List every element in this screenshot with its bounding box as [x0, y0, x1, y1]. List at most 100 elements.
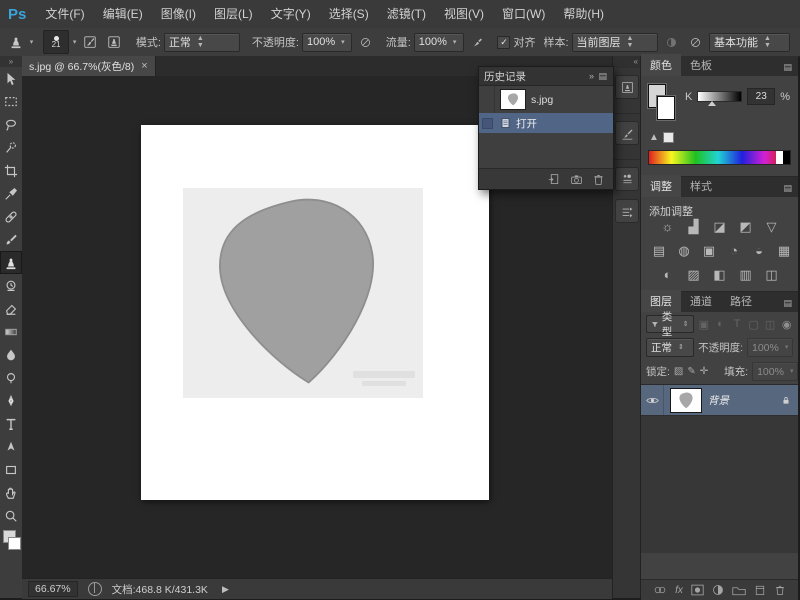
- brush-picker-arrow-icon[interactable]: ▾: [73, 38, 77, 46]
- exposure-icon[interactable]: ◩: [737, 219, 754, 234]
- link-layers-icon[interactable]: [653, 584, 667, 596]
- brightness-contrast-icon[interactable]: ☼: [659, 219, 676, 234]
- filter-adjustment-layers-icon[interactable]: ◐: [714, 318, 727, 330]
- color-balance-icon[interactable]: ◍: [676, 243, 692, 258]
- tool-eraser[interactable]: [0, 297, 22, 320]
- history-state-open[interactable]: 打开: [479, 113, 613, 133]
- background-color-swatch[interactable]: [657, 96, 675, 120]
- tool-history-brush[interactable]: [0, 274, 22, 297]
- menu-view[interactable]: 视图(V): [435, 0, 493, 28]
- document-canvas[interactable]: [141, 125, 489, 500]
- tool-blur[interactable]: [0, 343, 22, 366]
- ramp-white-swatch[interactable]: [776, 151, 783, 164]
- vibrance-icon[interactable]: ▽: [763, 219, 780, 234]
- filter-pixel-layers-icon[interactable]: ▣: [698, 318, 711, 331]
- history-brush-source-column[interactable]: [482, 86, 495, 113]
- tab-channels[interactable]: 通道: [681, 290, 721, 312]
- menu-layer[interactable]: 图层(L): [205, 0, 262, 28]
- tool-gradient[interactable]: [0, 320, 22, 343]
- brush-pressure-icon[interactable]: [685, 32, 705, 52]
- clone-stamp-tool-icon[interactable]: [6, 32, 26, 52]
- tools-collapse-icon[interactable]: »: [0, 56, 22, 67]
- tool-crop[interactable]: [0, 159, 22, 182]
- gradient-map-icon[interactable]: ▥: [737, 267, 754, 282]
- history-panel-header[interactable]: 历史记录 » ▤: [479, 67, 613, 86]
- dock-expand-icon[interactable]: «: [613, 56, 641, 68]
- k-value-field[interactable]: 23: [747, 88, 775, 105]
- k-slider-thumb-icon[interactable]: [708, 101, 716, 106]
- layer-visibility-toggle[interactable]: [641, 385, 664, 415]
- tool-brush[interactable]: [0, 228, 22, 251]
- close-tab-icon[interactable]: ×: [141, 60, 147, 72]
- tool-type[interactable]: [0, 412, 22, 435]
- menu-type[interactable]: 文字(Y): [262, 0, 320, 28]
- document-tab[interactable]: s.jpg @ 66.7%(灰色/8) ×: [22, 56, 156, 76]
- clone-source-panel-icon[interactable]: [615, 75, 639, 99]
- delete-layer-trash-icon[interactable]: [774, 584, 786, 596]
- tool-clone-stamp[interactable]: [0, 251, 22, 274]
- tool-quick-selection[interactable]: [0, 136, 22, 159]
- new-group-folder-icon[interactable]: [732, 585, 746, 596]
- tool-hand[interactable]: [0, 481, 22, 504]
- workspace-switcher[interactable]: 基本功能 ▲▼: [709, 33, 790, 52]
- tool-path-selection[interactable]: [0, 435, 22, 458]
- toggle-brush-panel-icon[interactable]: [80, 32, 100, 52]
- filter-smart-objects-icon[interactable]: ◫: [764, 318, 777, 331]
- posterize-icon[interactable]: ▨: [685, 267, 702, 282]
- mode-dropdown[interactable]: 正常 ▲▼: [164, 33, 240, 52]
- filter-shape-layers-icon[interactable]: ▢: [747, 318, 760, 331]
- new-snapshot-icon[interactable]: [570, 173, 583, 186]
- curves-icon[interactable]: ◪: [711, 219, 728, 234]
- black-white-icon[interactable]: ▣: [701, 243, 717, 258]
- tool-zoom[interactable]: [0, 504, 22, 527]
- opacity-pressure-icon[interactable]: [356, 32, 376, 52]
- photo-filter-icon[interactable]: ◔: [726, 243, 742, 258]
- status-options-arrow-icon[interactable]: ▶: [222, 584, 229, 595]
- layer-opacity-dropdown[interactable]: 100% ▾: [747, 338, 793, 357]
- color-fg-bg-swatches[interactable]: [648, 84, 678, 120]
- menu-image[interactable]: 图像(I): [152, 0, 205, 28]
- tool-presets-panel-icon[interactable]: [615, 199, 639, 223]
- blend-mode-dropdown[interactable]: 正常 ⇕: [646, 338, 694, 357]
- history-collapse-icon[interactable]: » ▤: [589, 71, 608, 82]
- tab-paths[interactable]: 路径: [721, 290, 761, 312]
- airbrush-icon[interactable]: [468, 32, 488, 52]
- foreground-background-swatches[interactable]: [0, 529, 22, 555]
- gamut-color-chip[interactable]: [663, 132, 674, 143]
- tool-move[interactable]: [0, 67, 22, 90]
- tool-rectangle-shape[interactable]: [0, 458, 22, 481]
- tab-swatches[interactable]: 色板: [681, 54, 721, 76]
- tool-rectangular-marquee[interactable]: [0, 90, 22, 113]
- filter-type-layers-icon[interactable]: T: [731, 318, 744, 330]
- gamut-warning[interactable]: ▲: [649, 132, 674, 143]
- tool-eyedropper[interactable]: [0, 182, 22, 205]
- panel-menu-icon[interactable]: ▤: [783, 62, 798, 76]
- snapshot-thumbnail[interactable]: [500, 89, 526, 110]
- menu-select[interactable]: 选择(S): [320, 0, 378, 28]
- brush-panel-icon[interactable]: [615, 121, 639, 145]
- menu-filter[interactable]: 滤镜(T): [378, 0, 435, 28]
- threshold-icon[interactable]: ◧: [711, 267, 728, 282]
- lock-image-pixels-icon[interactable]: ✎: [687, 366, 695, 377]
- color-lookup-icon[interactable]: ▦: [776, 243, 792, 258]
- tab-styles[interactable]: 样式: [681, 175, 721, 197]
- history-state-checkbox[interactable]: [482, 118, 493, 129]
- layer-style-fx-icon[interactable]: fx: [675, 585, 683, 596]
- new-adjustment-layer-icon[interactable]: [712, 584, 724, 596]
- lock-transparent-pixels-icon[interactable]: ▨: [674, 366, 683, 377]
- levels-icon[interactable]: ▟: [685, 219, 702, 234]
- ramp-black-swatch[interactable]: [783, 151, 790, 164]
- brush-presets-panel-icon[interactable]: [615, 167, 639, 191]
- hue-saturation-icon[interactable]: ▤: [651, 243, 667, 258]
- history-snapshot-row[interactable]: s.jpg: [479, 86, 613, 113]
- add-layer-mask-icon[interactable]: [691, 584, 704, 596]
- tool-spot-healing-brush[interactable]: [0, 205, 22, 228]
- background-color-swatch[interactable]: [8, 537, 21, 550]
- selective-color-icon[interactable]: ◫: [763, 267, 780, 282]
- sample-dropdown[interactable]: 当前图层 ▲▼: [572, 33, 658, 52]
- delete-state-trash-icon[interactable]: [592, 173, 605, 186]
- new-document-from-state-icon[interactable]: [548, 173, 561, 186]
- tool-dodge[interactable]: [0, 366, 22, 389]
- zoom-level-field[interactable]: 66.67%: [28, 581, 78, 597]
- tab-adjustments[interactable]: 调整: [641, 175, 681, 197]
